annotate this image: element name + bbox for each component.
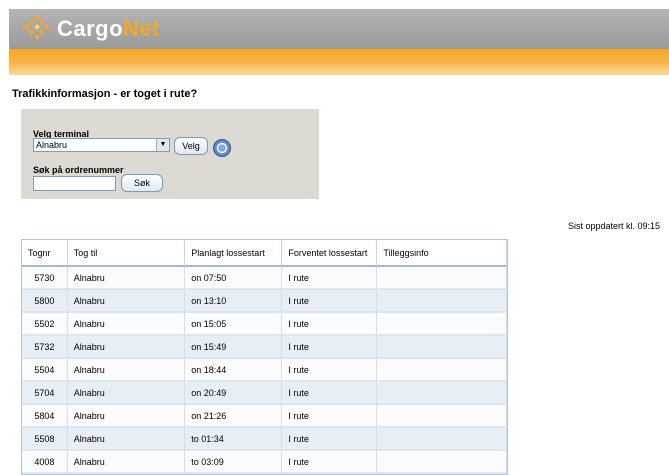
cell-tognr: 5732 [22,336,68,359]
column-header-planlagt[interactable]: Planlagt lossestart [185,240,283,267]
cell-planlagt: on 20:49 [185,382,283,405]
column-header-tog-til[interactable]: Tog til [67,240,186,267]
cell-forventet: I rute [282,290,378,313]
cell-tognr: 5502 [22,313,68,336]
cell-tilleggsinfo [377,336,507,359]
cell-tognr: 5704 [22,382,68,405]
cell-tog-til: Alnabru [67,313,186,336]
chevron-down-icon[interactable]: ▼ [156,139,169,151]
refresh-icon[interactable] [213,139,231,157]
cell-forventet: I rute [282,405,378,428]
cell-tog-til: Alnabru [67,428,186,451]
cell-tog-til: Alnabru [67,359,186,382]
cell-tognr: 5504 [22,359,68,382]
cell-planlagt: on 15:49 [185,336,283,359]
cell-tilleggsinfo [377,359,507,382]
cell-planlagt: to 03:09 [185,451,283,474]
cell-tog-til: Alnabru [67,290,186,313]
cell-tilleggsinfo [377,290,507,313]
table-row: 5502 Alnabru on 15:05 I rute [22,313,507,336]
cell-forventet: I rute [282,428,378,451]
cell-planlagt: to 01:34 [185,428,283,451]
search-panel: Velg terminal Alnabru ▼ Velg Søk på ordr… [21,109,319,199]
table-row: 5800 Alnabru on 13:10 I rute [22,290,507,313]
cell-forventet: I rute [282,451,378,474]
cell-forventet: I rute [282,382,378,405]
cell-tilleggsinfo [377,382,507,405]
order-number-input[interactable] [33,176,116,191]
cell-planlagt: on 07:50 [185,267,283,290]
cell-tilleggsinfo [377,428,507,451]
cell-tilleggsinfo [377,313,507,336]
traffic-table: Tognr Tog til Planlagt lossestart Forven… [21,239,508,475]
cell-planlagt: on 18:44 [185,359,283,382]
table-row: 5732 Alnabru on 15:49 I rute [22,336,507,359]
cell-tog-til: Alnabru [67,267,186,290]
cell-tog-til: Alnabru [67,451,186,474]
page-title: Trafikkinformasjon - er toget i rute? [12,88,198,100]
cell-tog-til: Alnabru [67,405,186,428]
table-row: 5508 Alnabru to 01:34 I rute [22,428,507,451]
cell-tognr: 5804 [22,405,68,428]
search-button[interactable]: Søk [121,174,163,192]
cargonet-logo[interactable]: CargoNet [21,13,160,45]
cell-tilleggsinfo [377,405,507,428]
cell-tognr: 5508 [22,428,68,451]
cell-tilleggsinfo [377,451,507,474]
order-number-label: Søk på ordrenummer [33,165,124,175]
velg-button[interactable]: Velg [174,137,208,155]
logo-wordmark: CargoNet [57,16,160,42]
table-row: 5804 Alnabru on 21:26 I rute [22,405,507,428]
cell-tog-til: Alnabru [67,336,186,359]
table-row: 5730 Alnabru on 07:50 I rute [22,267,507,290]
table-row: 4008 Alnabru to 03:09 I rute [22,451,507,474]
cell-forventet: I rute [282,336,378,359]
last-updated-text: Sist oppdatert kl. 09:15 [567,221,660,231]
cell-tognr: 5730 [22,267,68,290]
cell-planlagt: on 13:10 [185,290,283,313]
column-header-tognr[interactable]: Tognr [22,240,68,267]
logo-net-text: Net [123,16,161,41]
table-row: 5504 Alnabru on 18:44 I rute [22,359,507,382]
cell-planlagt: on 21:26 [185,405,283,428]
cell-forventet: I rute [282,313,378,336]
cell-tilleggsinfo [377,267,507,290]
terminal-select[interactable]: Alnabru ▼ [33,138,170,152]
cell-tognr: 5800 [22,290,68,313]
table-header-row: Tognr Tog til Planlagt lossestart Forven… [22,240,507,267]
cell-forventet: I rute [282,359,378,382]
header-accent-bar [9,49,669,75]
site-header: CargoNet [9,9,669,49]
column-header-forventet[interactable]: Forventet lossestart [282,240,378,267]
column-header-tilleggsinfo[interactable]: Tilleggsinfo [377,240,507,267]
terminal-selected-value: Alnabru [36,140,68,150]
table-row: 5704 Alnabru on 20:49 I rute [22,382,507,405]
cell-planlagt: on 15:05 [185,313,283,336]
cargonet-diamond-logo-icon [21,14,53,40]
cell-forventet: I rute [282,267,378,290]
logo-cargo-text: Cargo [57,16,124,41]
cell-tognr: 4008 [22,451,68,474]
cell-tog-til: Alnabru [67,382,186,405]
